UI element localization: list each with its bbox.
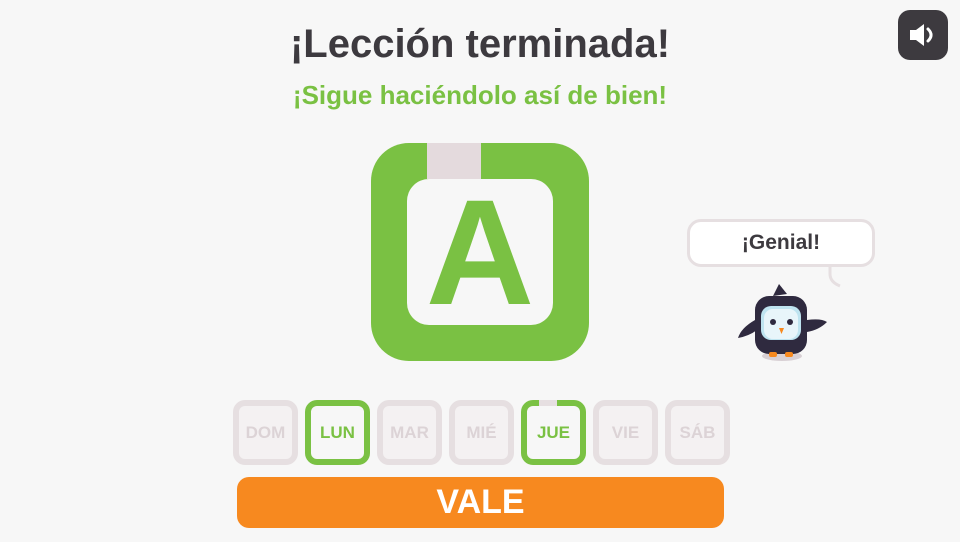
day-progress-gap [539,400,557,406]
day-friday: VIE [593,400,658,465]
sound-toggle-button[interactable] [898,10,948,60]
ok-button[interactable]: VALE [237,477,724,528]
day-tuesday: MAR [377,400,442,465]
encouragement-subtitle: ¡Sigue haciéndolo así de bien! [292,80,668,110]
grade-letter: A [407,177,553,327]
weekly-streak: DOM LUN MAR MIÉ JUE VIE SÁB [233,400,730,465]
mascot-speech-bubble: ¡Genial! [687,219,875,267]
speaker-icon [910,24,933,46]
day-monday: LUN [305,400,370,465]
speech-bubble-tail [828,264,841,288]
penguin-icon [738,284,827,361]
grade-card: A [371,143,589,361]
day-saturday: SÁB [665,400,730,465]
lesson-complete-title: ¡Lección terminada! [289,22,671,66]
day-wednesday: MIÉ [449,400,514,465]
day-thursday: JUE [521,400,586,465]
day-sunday: DOM [233,400,298,465]
